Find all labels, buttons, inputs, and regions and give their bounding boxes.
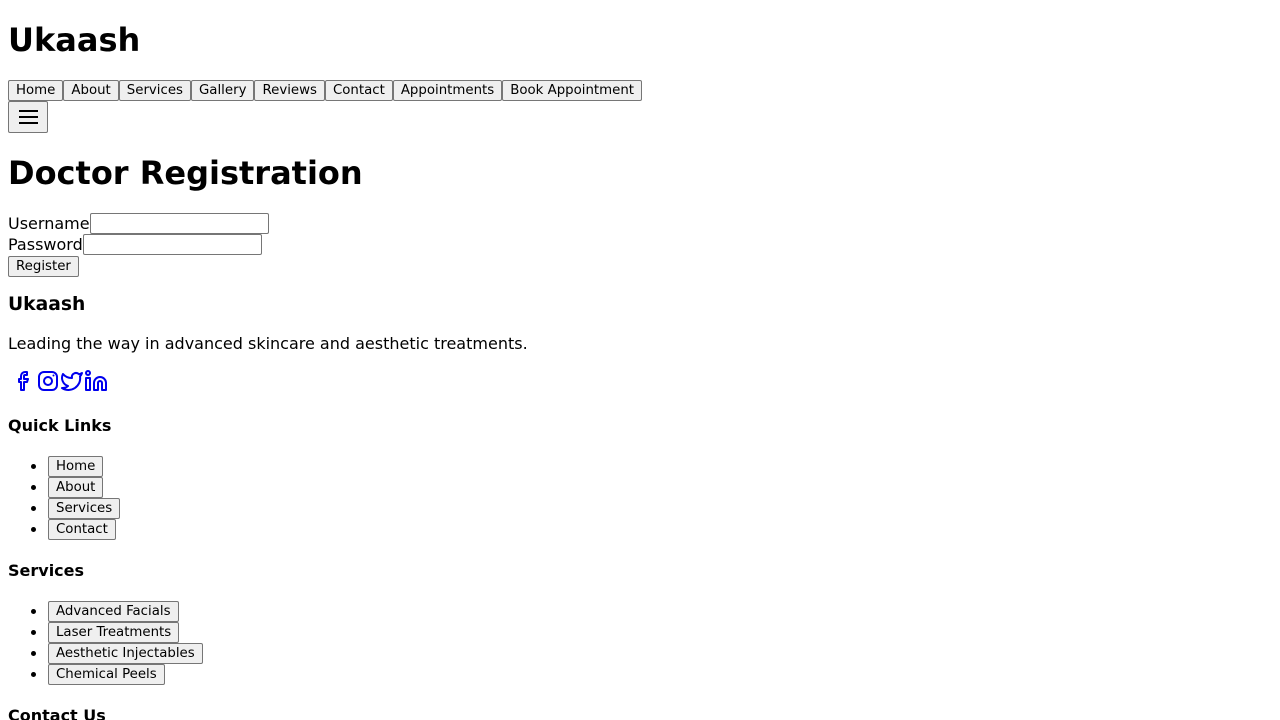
list-item: Home (48, 456, 1272, 477)
linkedin-icon[interactable] (84, 369, 108, 393)
password-row: Password (8, 234, 1272, 255)
footer-tagline: Leading the way in advanced skincare and… (8, 334, 528, 353)
services-title: Services (8, 561, 85, 580)
list-item: Laser Treatments (48, 622, 1272, 643)
quick-links-title: Quick Links (8, 416, 112, 435)
nav-book-appointment-button[interactable]: Book Appointment (502, 80, 643, 101)
nav-contact-button[interactable]: Contact (324, 80, 393, 101)
facebook-icon[interactable] (12, 369, 36, 393)
list-item: Services (48, 498, 1272, 519)
contact-title: Contact Us (8, 706, 106, 720)
service-laser-treatments-button[interactable]: Laser Treatments (48, 622, 180, 643)
social-links (12, 369, 1272, 395)
list-item: Aesthetic Injectables (48, 643, 1272, 664)
registration-form: Username Password Register (8, 213, 1272, 277)
footer-brand: Ukaash (8, 294, 86, 315)
page-heading: Doctor Registration (8, 154, 363, 192)
footer-home-button[interactable]: Home (48, 456, 104, 477)
footer-about-button[interactable]: About (48, 477, 104, 498)
username-label: Username (8, 214, 90, 233)
list-item: Chemical Peels (48, 664, 1272, 685)
menu-toggle-button[interactable] (8, 101, 48, 133)
list-item: About (48, 477, 1272, 498)
username-row: Username (8, 213, 1272, 234)
nav-services-button[interactable]: Services (118, 80, 191, 101)
register-row: Register (8, 255, 1272, 277)
password-input[interactable] (82, 234, 262, 255)
list-item: Advanced Facials (48, 601, 1272, 622)
service-advanced-facials-button[interactable]: Advanced Facials (48, 601, 179, 622)
service-chemical-peels-button[interactable]: Chemical Peels (48, 664, 165, 685)
quick-links-list: Home About Services Contact (8, 456, 1272, 540)
footer-services-button[interactable]: Services (48, 498, 121, 519)
password-label: Password (8, 235, 83, 254)
services-list: Advanced Facials Laser Treatments Aesthe… (8, 601, 1272, 685)
page: Ukaash Home About Services Gallery Revie… (0, 21, 1280, 720)
instagram-icon[interactable] (36, 369, 60, 393)
register-button[interactable]: Register (8, 256, 79, 277)
nav-about-button[interactable]: About (63, 80, 119, 101)
username-input[interactable] (89, 213, 269, 234)
nav-appointments-button[interactable]: Appointments (392, 80, 503, 101)
list-item: Contact (48, 519, 1272, 540)
nav-reviews-button[interactable]: Reviews (254, 80, 325, 101)
footer: Ukaash Leading the way in advanced skinc… (8, 294, 1272, 720)
nav-gallery-button[interactable]: Gallery (190, 80, 255, 101)
site-title: Ukaash (8, 21, 141, 59)
twitter-icon[interactable] (60, 369, 84, 393)
main-nav: Home About Services Gallery Reviews Cont… (8, 80, 1272, 101)
service-aesthetic-injectables-button[interactable]: Aesthetic Injectables (48, 643, 203, 664)
footer-contact-button[interactable]: Contact (48, 519, 116, 540)
nav-home-button[interactable]: Home (8, 80, 64, 101)
